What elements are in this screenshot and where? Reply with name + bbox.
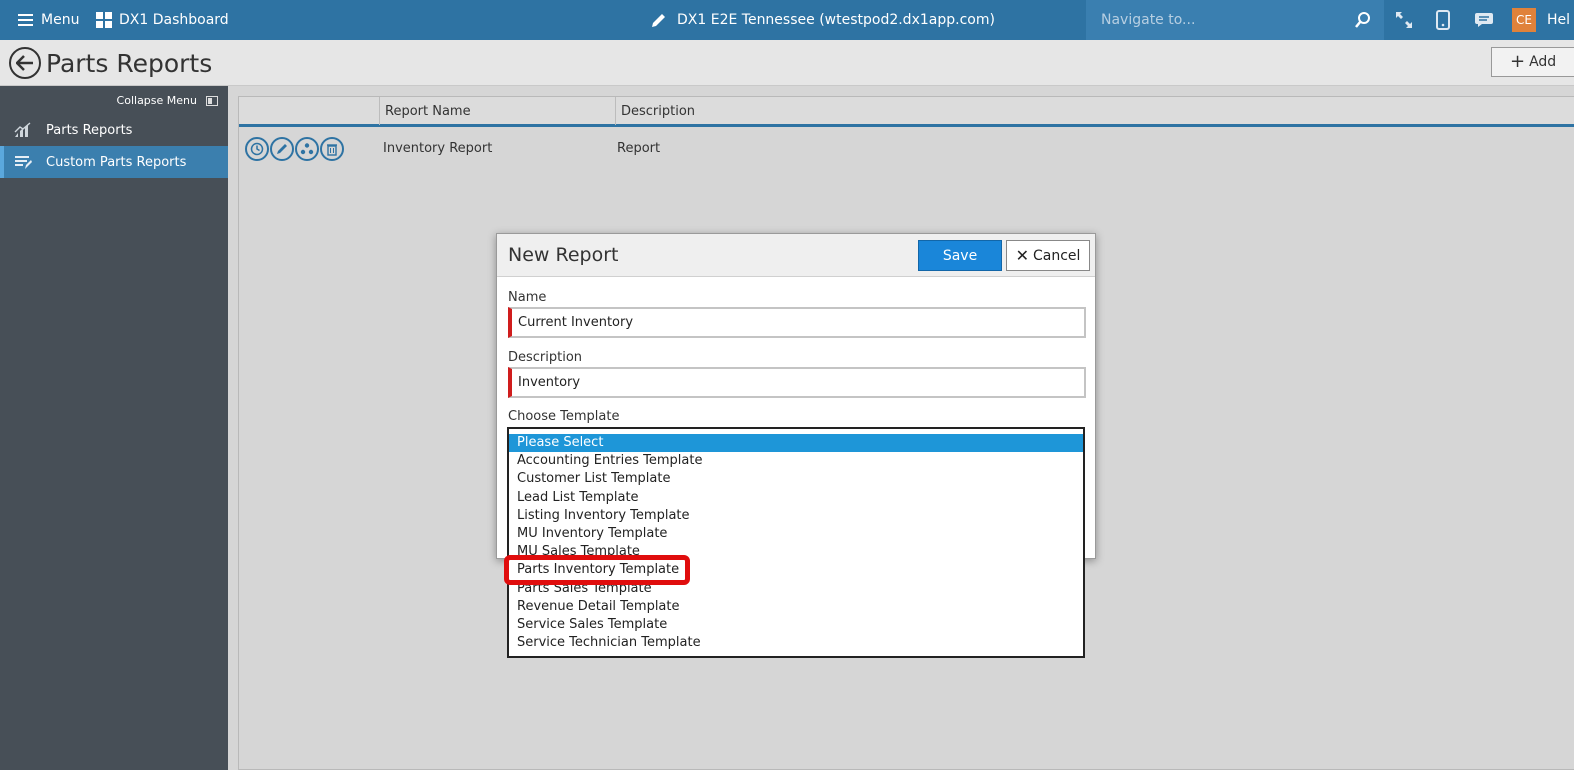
- menu-label: Menu: [41, 12, 80, 28]
- column-header-actions: [239, 97, 379, 125]
- dashboard-grid-icon: [96, 12, 112, 28]
- template-option[interactable]: MU Inventory Template: [509, 525, 1083, 543]
- template-option[interactable]: Customer List Template: [509, 470, 1083, 488]
- description-label: Description: [508, 350, 583, 365]
- template-label: Choose Template: [508, 409, 620, 424]
- template-option[interactable]: Listing Inventory Template: [509, 507, 1083, 525]
- template-option[interactable]: Accounting Entries Template: [509, 452, 1083, 470]
- column-header-report-name[interactable]: Report Name: [379, 97, 615, 125]
- chat-icon[interactable]: [1474, 10, 1494, 30]
- template-option[interactable]: Please Select: [509, 434, 1083, 453]
- table-header: Report Name Description: [239, 97, 1574, 127]
- search-icon[interactable]: [1354, 11, 1372, 29]
- top-bar: Menu DX1 Dashboard DX1 E2E Tennessee (wt…: [0, 0, 1574, 40]
- table-row[interactable]: Inventory Report Report: [239, 133, 1574, 165]
- user-avatar[interactable]: CE: [1512, 8, 1536, 32]
- report-name-cell: Inventory Report: [383, 141, 493, 156]
- column-header-description[interactable]: Description: [615, 97, 915, 125]
- description-field[interactable]: Inventory: [508, 367, 1086, 398]
- navigate-placeholder: Navigate to...: [1101, 12, 1196, 28]
- site-title[interactable]: DX1 E2E Tennessee (wtestpod2.dx1app.com): [650, 0, 995, 40]
- trash-icon[interactable]: [320, 137, 344, 161]
- dialog-title: New Report: [508, 244, 619, 266]
- template-option[interactable]: Service Technician Template: [509, 634, 1083, 652]
- template-select-list[interactable]: Please Select Accounting Entries Templat…: [507, 427, 1085, 658]
- share-icon[interactable]: [295, 137, 319, 161]
- add-button[interactable]: + Add: [1491, 47, 1574, 77]
- dashboard-link[interactable]: DX1 Dashboard: [96, 0, 229, 40]
- dialog-header: New Report Save ✕ Cancel: [497, 234, 1095, 277]
- template-option[interactable]: Lead List Template: [509, 489, 1083, 507]
- name-label: Name: [508, 290, 547, 305]
- sidebar-item-custom-parts-reports[interactable]: Custom Parts Reports: [0, 146, 228, 178]
- close-icon: ✕: [1015, 246, 1029, 265]
- fullscreen-icon[interactable]: [1394, 10, 1414, 30]
- clock-icon[interactable]: [245, 137, 269, 161]
- arrow-left-icon: [16, 55, 33, 71]
- sidebar: Collapse Menu Parts Reports Custom Parts…: [0, 86, 228, 770]
- site-title-text: DX1 E2E Tennessee (wtestpod2.dx1app.com): [677, 12, 995, 28]
- menu-button[interactable]: Menu: [18, 0, 79, 40]
- page-title: Parts Reports: [46, 49, 213, 78]
- chart-icon: [14, 122, 31, 137]
- collapse-menu-button[interactable]: Collapse Menu: [117, 94, 218, 107]
- cancel-button[interactable]: ✕ Cancel: [1006, 240, 1090, 271]
- collapse-menu-label: Collapse Menu: [116, 94, 197, 107]
- collapse-icon: [206, 95, 218, 106]
- page-header: Parts Reports + Add: [0, 40, 1574, 86]
- template-option[interactable]: Service Sales Template: [509, 616, 1083, 634]
- save-button[interactable]: Save: [918, 240, 1002, 271]
- pencil-icon: [652, 13, 665, 27]
- highlight-annotation: [504, 555, 690, 585]
- cancel-label: Cancel: [1032, 247, 1081, 264]
- help-link[interactable]: Hel: [1547, 0, 1570, 40]
- sidebar-item-label: Custom Parts Reports: [46, 154, 187, 170]
- back-button[interactable]: [9, 47, 41, 79]
- hamburger-icon: [18, 14, 33, 26]
- edit-icon[interactable]: [270, 137, 294, 161]
- sidebar-item-parts-reports[interactable]: Parts Reports: [0, 114, 228, 146]
- row-actions: [245, 137, 345, 161]
- report-lines-icon: [15, 156, 32, 169]
- plus-icon: +: [1510, 51, 1526, 72]
- mobile-icon[interactable]: [1433, 10, 1453, 30]
- sidebar-item-label: Parts Reports: [46, 122, 133, 138]
- navigate-search-input[interactable]: Navigate to...: [1086, 0, 1384, 40]
- report-description-cell: Report: [617, 141, 661, 156]
- template-option[interactable]: Revenue Detail Template: [509, 598, 1083, 616]
- add-label: Add: [1529, 54, 1557, 70]
- dashboard-label: DX1 Dashboard: [119, 12, 229, 28]
- name-field[interactable]: Current Inventory: [508, 307, 1086, 338]
